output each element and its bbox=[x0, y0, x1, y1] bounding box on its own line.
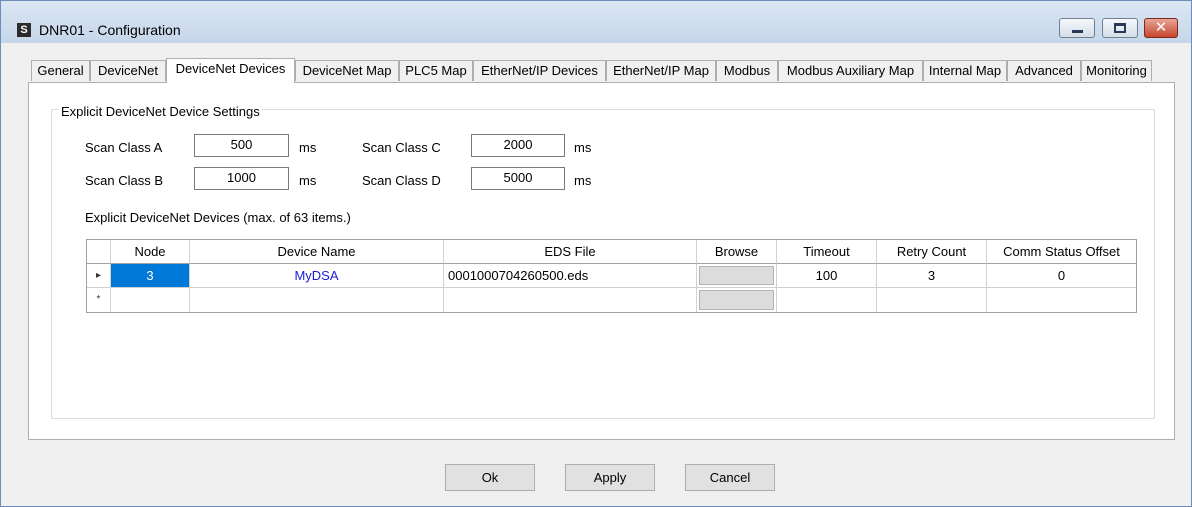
column-header-device-name[interactable]: Device Name bbox=[190, 240, 444, 264]
tab-internal-map[interactable]: Internal Map bbox=[923, 60, 1007, 81]
new-row-indicator-icon[interactable]: * bbox=[87, 288, 111, 312]
scan-class-d-input[interactable]: 5000 bbox=[471, 167, 565, 190]
window-title: DNR01 - Configuration bbox=[39, 22, 181, 38]
scan-class-c-unit: ms bbox=[574, 140, 592, 155]
column-header-comm-status-offset[interactable]: Comm Status Offset bbox=[987, 240, 1136, 264]
minimize-button[interactable] bbox=[1059, 18, 1095, 38]
current-row-indicator-icon[interactable]: ▸ bbox=[87, 264, 111, 288]
cell-timeout[interactable]: 100 bbox=[777, 264, 877, 288]
new-cell-eds-file[interactable] bbox=[444, 288, 697, 312]
scan-class-b-input[interactable]: 1000 bbox=[194, 167, 289, 190]
maximize-button[interactable] bbox=[1102, 18, 1138, 38]
cell-eds-file[interactable]: 0001000704260500.eds bbox=[444, 264, 697, 288]
scan-class-d-unit: ms bbox=[574, 173, 592, 188]
column-header-browse[interactable]: Browse bbox=[697, 240, 777, 264]
maximize-icon bbox=[1114, 23, 1126, 33]
tab-modbus-auxiliary-map[interactable]: Modbus Auxiliary Map bbox=[778, 60, 923, 81]
grid-corner bbox=[87, 240, 111, 264]
scan-class-c-input[interactable]: 2000 bbox=[471, 134, 565, 157]
new-cell-device-name[interactable] bbox=[190, 288, 444, 312]
tab-ethernetip-devices[interactable]: EtherNet/IP Devices bbox=[473, 60, 606, 81]
cell-node[interactable]: 3 bbox=[111, 264, 190, 288]
browse-button[interactable] bbox=[699, 266, 774, 285]
new-cell-timeout[interactable] bbox=[777, 288, 877, 312]
configuration-window: S DNR01 - Configuration ✕ General Device… bbox=[0, 0, 1192, 507]
column-header-timeout[interactable]: Timeout bbox=[777, 240, 877, 264]
cell-browse bbox=[697, 264, 777, 288]
column-header-eds-file[interactable]: EDS File bbox=[444, 240, 697, 264]
tab-general[interactable]: General bbox=[31, 60, 90, 81]
scan-class-c-label: Scan Class C bbox=[362, 140, 441, 155]
title-bar[interactable]: S DNR01 - Configuration ✕ bbox=[1, 1, 1191, 43]
scan-class-a-input[interactable]: 500 bbox=[194, 134, 289, 157]
devices-grid[interactable]: Node Device Name EDS File Browse Timeout… bbox=[86, 239, 1137, 313]
apply-button[interactable]: Apply bbox=[565, 464, 655, 491]
scan-class-b-unit: ms bbox=[299, 173, 317, 188]
tab-devicenet[interactable]: DeviceNet bbox=[90, 60, 166, 81]
tab-devicenet-map[interactable]: DeviceNet Map bbox=[295, 60, 399, 81]
scan-class-a-unit: ms bbox=[299, 140, 317, 155]
app-icon: S bbox=[17, 23, 31, 37]
cell-device-name[interactable]: MyDSA bbox=[190, 264, 444, 288]
tab-devicenet-devices[interactable]: DeviceNet Devices bbox=[166, 58, 295, 83]
group-title: Explicit DeviceNet Device Settings bbox=[59, 104, 262, 119]
new-cell-browse bbox=[697, 288, 777, 312]
column-header-retry-count[interactable]: Retry Count bbox=[877, 240, 987, 264]
tab-advanced[interactable]: Advanced bbox=[1007, 60, 1081, 81]
devices-list-label: Explicit DeviceNet Devices (max. of 63 i… bbox=[85, 210, 351, 225]
new-cell-retry-count[interactable] bbox=[877, 288, 987, 312]
close-icon: ✕ bbox=[1154, 19, 1168, 36]
column-header-node[interactable]: Node bbox=[111, 240, 190, 264]
cell-comm-status-offset[interactable]: 0 bbox=[987, 264, 1136, 288]
new-cell-node[interactable] bbox=[111, 288, 190, 312]
scan-class-d-label: Scan Class D bbox=[362, 173, 441, 188]
tab-monitoring[interactable]: Monitoring bbox=[1081, 60, 1152, 81]
scan-class-a-label: Scan Class A bbox=[85, 140, 163, 155]
new-row-browse-button[interactable] bbox=[699, 290, 774, 310]
tab-ethernetip-map[interactable]: EtherNet/IP Map bbox=[606, 60, 716, 81]
scan-class-b-label: Scan Class B bbox=[85, 173, 164, 188]
new-cell-comm-status-offset[interactable] bbox=[987, 288, 1136, 312]
close-button[interactable]: ✕ bbox=[1144, 18, 1178, 38]
cancel-button[interactable]: Cancel bbox=[685, 464, 775, 491]
devicenet-devices-page: Explicit DeviceNet Device Settings Scan … bbox=[28, 82, 1175, 440]
minimize-icon bbox=[1072, 30, 1083, 33]
ok-button[interactable]: Ok bbox=[445, 464, 535, 491]
tab-modbus[interactable]: Modbus bbox=[716, 60, 778, 81]
cell-retry-count[interactable]: 3 bbox=[877, 264, 987, 288]
tab-plc5-map[interactable]: PLC5 Map bbox=[399, 60, 473, 81]
